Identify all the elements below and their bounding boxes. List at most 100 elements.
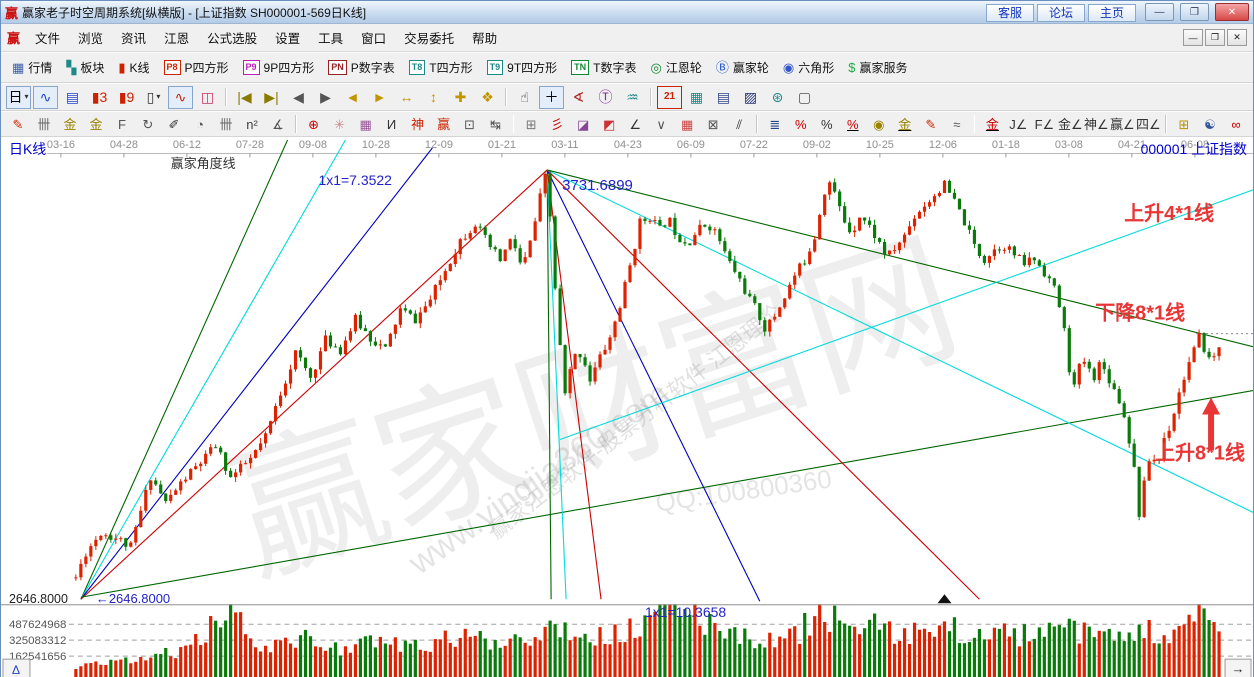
draw-spiral-button[interactable]: ↻ [136, 114, 160, 135]
nav-prev-bar-button[interactable]: ◀ [286, 86, 311, 109]
draw-grid-red-button[interactable]: ▦ [675, 114, 699, 135]
forum-button[interactable]: 论坛 [1037, 4, 1085, 22]
mdi-restore-button[interactable]: ❐ [1205, 29, 1225, 46]
toolbar-winner-wheel-button[interactable]: Ⓑ赢家轮 [709, 57, 776, 78]
service-button[interactable]: 客服 [986, 4, 1034, 22]
toolbar-kline-button[interactable]: ▮K线 [111, 57, 156, 78]
nav-trend-red-button[interactable]: ∿ [168, 86, 193, 109]
draw-n-squared-button[interactable]: n² [240, 114, 264, 135]
draw-parallel-slash-button[interactable]: ⫽ [727, 114, 751, 135]
toolbar-gann-wheel-button[interactable]: ◎江恩轮 [644, 57, 709, 78]
nav-candle-thin-button[interactable]: ▯▾ [141, 86, 166, 109]
nav-next-bar-button[interactable]: ▶ [313, 86, 338, 109]
nav-candle-3-button[interactable]: ▮3 [87, 86, 112, 109]
menu-item-6[interactable]: 设置 [266, 25, 309, 50]
draw-shen-angle-button[interactable]: 神∠ [1084, 114, 1108, 135]
nav-save-disk-button[interactable]: ▨ [738, 86, 763, 109]
nav-tool-maze-button[interactable]: ♒ [620, 86, 645, 109]
titlebar[interactable]: 赢 赢家老子时空周期系统[纵横版] - [上证指数 SH000001-569日K… [1, 1, 1253, 24]
draw-ying-grid-button[interactable]: 赢 [432, 114, 456, 135]
nav-tool-purple-button[interactable]: Ⓣ [593, 86, 618, 109]
menu-item-10[interactable]: 帮助 [463, 25, 506, 50]
draw-fan-box-purple-button[interactable]: ◪ [571, 114, 595, 135]
nav-last-page-button[interactable]: ▶| [259, 86, 284, 109]
menu-item-9[interactable]: 交易委托 [395, 25, 463, 50]
draw-circle-gold-button[interactable]: ◉ [867, 114, 891, 135]
nav-diamond-hspan-button[interactable]: ↔ [394, 86, 419, 109]
draw-draw-pen-button[interactable]: ✎ [6, 114, 30, 135]
draw-f-angle-button[interactable]: F∠ [1032, 114, 1056, 135]
nav-period-day-button[interactable]: 日▾ [6, 86, 31, 109]
draw-gann-comb-button[interactable]: 卌 [32, 114, 56, 135]
nav-angle-measure-button[interactable]: ∢ [566, 86, 591, 109]
draw-pulse-lines-button[interactable]: И [380, 114, 404, 135]
draw-grid-arrow-button[interactable]: ⊠ [701, 114, 725, 135]
draw-zigzag-dotted-button[interactable]: ∨ [649, 114, 673, 135]
draw-taiji-button[interactable]: ☯ [1198, 114, 1222, 135]
toolbar-t-square-button[interactable]: T8T四方形 [402, 57, 480, 78]
chart-canvas[interactable]: 赢家财富网www.yingjia360.comQQ:100800360赢家江恩软… [1, 137, 1253, 677]
draw-frame-tool-button[interactable]: ⊞ [519, 114, 543, 135]
scroll-right-button-icon[interactable]: → [1232, 661, 1245, 676]
draw-j-angle-button[interactable]: J∠ [1006, 114, 1030, 135]
nav-diamond-vspan-button[interactable]: ↕ [421, 86, 446, 109]
draw-percent-plain-button[interactable]: % [815, 114, 839, 135]
nav-save-web-button[interactable]: ⊛ [765, 86, 790, 109]
draw-wave-channel-button[interactable]: ≈ [945, 114, 969, 135]
draw-pen-2-button[interactable]: ✎ [919, 114, 943, 135]
draw-target-circle-button[interactable]: ⊕ [302, 114, 326, 135]
nav-candle-9-button[interactable]: ▮9 [114, 86, 139, 109]
mdi-close-button[interactable]: ✕ [1227, 29, 1247, 46]
toolbar-9t-square-button[interactable]: T99T四方形 [480, 57, 565, 78]
draw-shen-grid-button[interactable]: 神 [406, 114, 430, 135]
nav-crosshair-tool-button[interactable]: ＋ [539, 86, 564, 109]
draw-percent-line-button[interactable]: % [789, 114, 813, 135]
nav-calculator-button[interactable]: ▦ [684, 86, 709, 109]
menu-item-1[interactable]: 文件 [26, 25, 69, 50]
nav-f10-doc-button[interactable]: ▤ [60, 86, 85, 109]
toolbar-quote-button[interactable]: ▦行情 [5, 57, 59, 78]
toolbar-p-square-button[interactable]: P8P四方形 [157, 57, 236, 78]
draw-ying-angle-button[interactable]: 赢∠ [1110, 114, 1134, 135]
draw-fan-box-red-button[interactable]: ◩ [597, 114, 621, 135]
close-button[interactable]: ✕ [1215, 3, 1249, 21]
nav-hand-tool-button[interactable]: ☝ [512, 86, 537, 109]
scroll-left-button-icon[interactable]: Δ [12, 663, 20, 677]
nav-diamond-plus-button[interactable]: ✚ [448, 86, 473, 109]
draw-grid-yellow-button[interactable]: ⊞ [1172, 114, 1196, 135]
draw-span-arrows-button[interactable]: ↹ [484, 114, 508, 135]
draw-gold-grid-2-button[interactable]: 金 [84, 114, 108, 135]
home-button[interactable]: 主页 [1088, 4, 1136, 22]
toolbar-9p-square-button[interactable]: P99P四方形 [236, 57, 322, 78]
draw-angle-flag-button[interactable]: ∡ [266, 114, 290, 135]
draw-gold-under-red-button[interactable]: 金 [980, 114, 1004, 135]
mdi-minimize-button[interactable]: — [1183, 29, 1203, 46]
draw-gold-angle-button[interactable]: 金∠ [1058, 114, 1082, 135]
restore-button[interactable]: ❐ [1180, 3, 1209, 21]
minimize-button[interactable]: — [1145, 3, 1174, 21]
menu-item-7[interactable]: 工具 [309, 25, 352, 50]
nav-calendar-button[interactable]: 21 [657, 86, 682, 109]
menu-item-2[interactable]: 浏览 [69, 25, 112, 50]
draw-spider-web-button[interactable]: ✳ [328, 114, 352, 135]
menu-item-5[interactable]: 公式选股 [198, 25, 266, 50]
menu-item-4[interactable]: 江恩 [155, 25, 198, 50]
draw-comb-2-button[interactable]: 卌 [214, 114, 238, 135]
draw-pen-ruler-button[interactable]: ✐ [162, 114, 186, 135]
draw-fan-lines-button[interactable]: 彡 [545, 114, 569, 135]
toolbar-sector-button[interactable]: ▚板块 [59, 57, 111, 78]
nav-diamond-right-button[interactable]: ► [367, 86, 392, 109]
draw-infinity-button[interactable]: ∞ [1224, 114, 1248, 135]
nav-trend-blue-button[interactable]: ∿ [33, 86, 58, 109]
draw-web-box-button[interactable]: ▦ [354, 114, 378, 135]
nav-diamond-left-button[interactable]: ◄ [340, 86, 365, 109]
draw-gold-level-button[interactable]: 金 [893, 114, 917, 135]
draw-percent-under-button[interactable]: % [841, 114, 865, 135]
draw-four-angle-button[interactable]: 四∠ [1136, 114, 1160, 135]
draw-grid-123-button[interactable]: ⊡ [458, 114, 482, 135]
nav-memo-button[interactable]: ▤ [711, 86, 736, 109]
menu-item-8[interactable]: 窗口 [352, 25, 395, 50]
draw-gold-grid-1-button[interactable]: 金 [58, 114, 82, 135]
toolbar-winner-service-button[interactable]: $赢家服务 [841, 57, 914, 78]
nav-first-page-button[interactable]: |◀ [232, 86, 257, 109]
